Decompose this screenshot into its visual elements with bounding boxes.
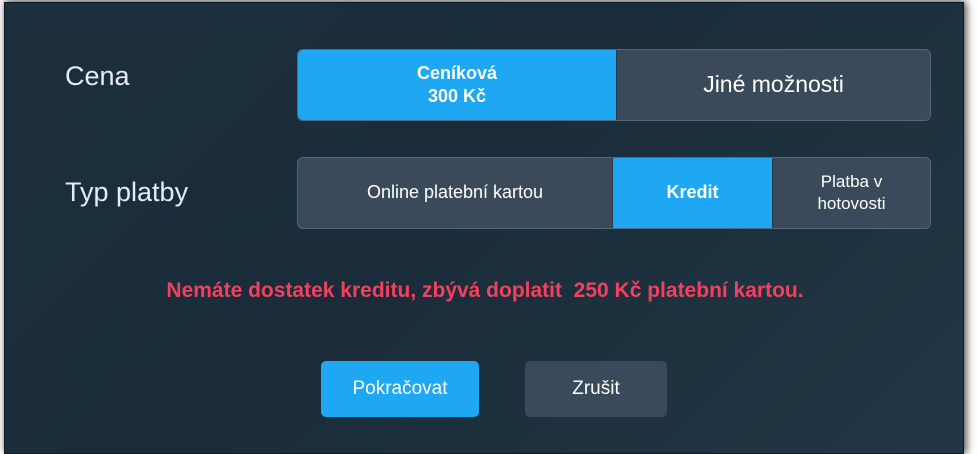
payment-option-online-card[interactable]: Online platební kartou [298,158,612,228]
payment-type-label: Typ platby [65,177,189,207]
price-option-list-price-title: Ceníková [416,62,498,83]
payment-option-credit-label: Kredit [666,182,719,203]
payment-option-cash[interactable]: Platba v hotovosti [772,158,930,228]
payment-option-credit[interactable]: Kredit [612,158,772,228]
payment-type-selector: Online platební kartou Kredit Platba v h… [297,157,931,229]
payment-option-online-card-label: Online platební kartou [366,182,544,203]
price-option-other[interactable]: Jiné možnosti [616,50,930,120]
payment-dialog: Cena Ceníková 300 Kč Jiné možnosti Typ p… [4,2,964,454]
price-label: Cena [65,61,130,91]
price-option-list-price-amount: 300 Kč [427,86,487,106]
price-option-list-price[interactable]: Ceníková 300 Kč [298,50,616,120]
price-option-other-label: Jiné možnosti [703,71,844,98]
price-selector: Ceníková 300 Kč Jiné možnosti [297,49,931,121]
continue-button[interactable]: Pokračovat [321,361,479,417]
payment-option-cash-line2: hotovosti [817,194,886,213]
payment-option-cash-line1: Platba v [820,172,883,192]
insufficient-credit-warning: Nemáte dostatek kreditu, zbývá doplatit … [166,279,804,302]
cancel-button[interactable]: Zrušit [525,361,667,417]
